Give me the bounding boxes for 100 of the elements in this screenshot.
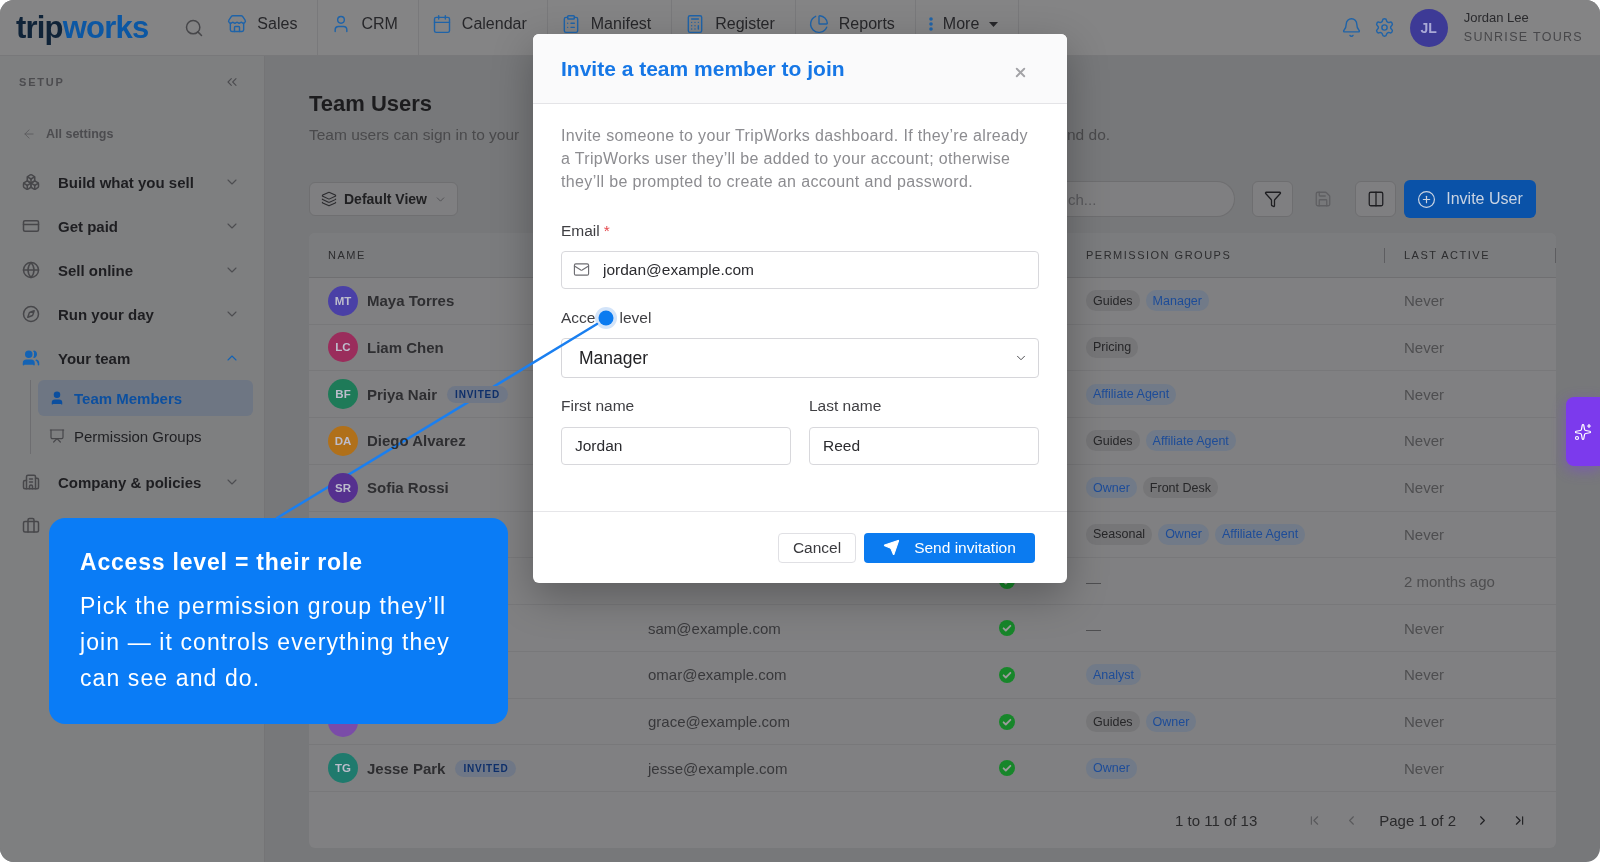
- permission-tag: Owner: [1158, 524, 1209, 545]
- user-email: omar@example.com: [648, 666, 787, 684]
- paper-plane-icon: [883, 539, 901, 556]
- pie-chart-icon: [808, 14, 829, 34]
- settings-icon[interactable]: [1373, 17, 1395, 38]
- column-header: PERMISSION GROUPS: [1086, 248, 1232, 261]
- save-icon: [1313, 190, 1332, 208]
- user-name: Priya Nair: [367, 385, 438, 403]
- permission-tag: Affiliate Agent: [1214, 524, 1306, 545]
- permission-tag: Front Desk: [1142, 477, 1218, 499]
- sidebar-item[interactable]: Your team: [0, 336, 264, 380]
- callout-title: Access level = their role: [80, 548, 363, 576]
- user-name: Jordan Lee: [1463, 10, 1530, 26]
- columns-icon: [1366, 190, 1385, 208]
- sidebar-item[interactable]: Build what you sell: [0, 160, 264, 204]
- assistant-button[interactable]: [1566, 397, 1600, 466]
- permission-tag: Owner: [1086, 477, 1137, 499]
- pointer-marker-icon: [595, 307, 618, 329]
- permission-tag: Owner: [1145, 711, 1197, 733]
- permission-tag: Owner: [1086, 757, 1137, 779]
- user-name: Jesse Park: [367, 759, 446, 777]
- plus-circle-icon: [1417, 189, 1437, 209]
- field-label: Acce: [561, 308, 596, 328]
- presentation-icon: [49, 428, 65, 444]
- empty-value: —: [1086, 619, 1101, 637]
- user-email: jesse@example.com: [648, 759, 788, 777]
- cancel-button[interactable]: Cancel: [778, 532, 856, 563]
- page-indicator: Page 1 of 2: [1379, 811, 1456, 829]
- permission-tag: Analyst: [1086, 664, 1141, 686]
- view-selector[interactable]: Default View: [309, 182, 458, 216]
- user-avatar: TG: [328, 753, 358, 784]
- people-icon: [22, 349, 40, 367]
- person-icon: [49, 390, 65, 406]
- permission-tag: Guides: [1086, 711, 1140, 733]
- user-avatar[interactable]: JL: [1409, 8, 1448, 47]
- dialog-title: Invite a team member to join: [561, 56, 845, 81]
- column-header: LAST ACTIVE: [1404, 248, 1490, 261]
- sidebar-item[interactable]: Sell online: [0, 248, 264, 292]
- user-email: grace@example.com: [648, 713, 790, 731]
- permission-tag: Guides: [1086, 430, 1140, 452]
- permission-tag: Guides: [1086, 290, 1140, 312]
- briefcase-icon: [22, 517, 40, 535]
- field-label: Last name: [809, 396, 882, 416]
- required-mark: *: [603, 221, 610, 241]
- field-label: Email: [561, 221, 600, 241]
- permission-tag: Affiliate Agent: [1086, 383, 1177, 405]
- close-icon[interactable]: [1013, 65, 1028, 80]
- column-header: NAME: [328, 248, 366, 261]
- sidebar-item[interactable]: Run your day: [0, 292, 264, 336]
- status-badge: INVITED: [455, 759, 517, 777]
- sidebar-item[interactable]: Company & policies: [0, 460, 264, 504]
- nav-link[interactable]: CRM: [318, 0, 419, 55]
- calendar-icon: [431, 14, 452, 34]
- send-invitation-button[interactable]: Send invitation: [864, 532, 1035, 563]
- compass-icon: [22, 305, 40, 323]
- company-name: SUNRISE TOURS: [1463, 29, 1583, 45]
- invite-user-button[interactable]: Invite User: [1404, 180, 1536, 218]
- first-name-field[interactable]: Jordan: [561, 427, 791, 465]
- user-avatar: SR: [328, 472, 358, 503]
- search-icon[interactable]: [184, 17, 205, 38]
- email-field[interactable]: jordan@example.com: [561, 251, 1039, 289]
- empty-value: —: [1086, 572, 1101, 590]
- toolbar-button[interactable]: [1355, 181, 1396, 217]
- field-label: First name: [561, 396, 635, 416]
- callout-text: Pick the permission group they’ll join — it controls everything they can see and do.: [80, 592, 451, 693]
- row-range: 1 to 11 of 13: [1174, 811, 1258, 829]
- last-name-field[interactable]: Reed: [809, 427, 1039, 465]
- sidebar-subitem[interactable]: Permission Groups: [38, 418, 253, 454]
- field-label: level: [619, 308, 652, 328]
- vertical-dots-icon: [928, 17, 933, 31]
- user-avatar: DA: [328, 425, 358, 456]
- store-icon: [227, 14, 248, 34]
- user-avatar: MT: [328, 285, 358, 316]
- permission-tag: Affiliate Agent: [1145, 430, 1236, 452]
- sparkle-icon: [1574, 422, 1592, 441]
- user-avatar: LC: [328, 332, 358, 363]
- globe-icon: [22, 261, 40, 279]
- sidebar-item[interactable]: Get paid: [0, 204, 264, 248]
- toolbar-button[interactable]: [1252, 181, 1293, 217]
- dialog-description: Invite someone to your TripWorks dashboard. If they’re already a TripWorks user they’ll be added to your account; otherwise they’ll be prompted to create an account and password.: [561, 126, 1029, 192]
- permission-tag: Manager: [1145, 290, 1209, 312]
- status-badge: INVITED: [447, 385, 509, 403]
- user-name: Liam Chen: [367, 338, 444, 356]
- mail-icon: [573, 261, 590, 278]
- nav-link[interactable]: Sales: [214, 0, 319, 55]
- access-level-select[interactable]: Manager: [561, 338, 1039, 378]
- user-email: sam@example.com: [648, 619, 781, 637]
- user-avatar: BF: [328, 379, 358, 410]
- user-name: Maya Torres: [367, 292, 455, 310]
- bell-icon[interactable]: [1340, 17, 1362, 38]
- permission-tag: Pricing: [1086, 336, 1139, 358]
- logo: tripworks: [16, 9, 149, 46]
- layers-icon: [321, 191, 337, 207]
- filter-icon: [1263, 190, 1282, 208]
- page-title: Team Users: [309, 90, 433, 118]
- user-name: Sofia Rossi: [367, 479, 449, 497]
- building-icon: [22, 473, 40, 491]
- permission-tag: Seasonal: [1086, 524, 1153, 545]
- boxes-icon: [22, 173, 40, 191]
- credit-card-icon: [22, 217, 40, 235]
